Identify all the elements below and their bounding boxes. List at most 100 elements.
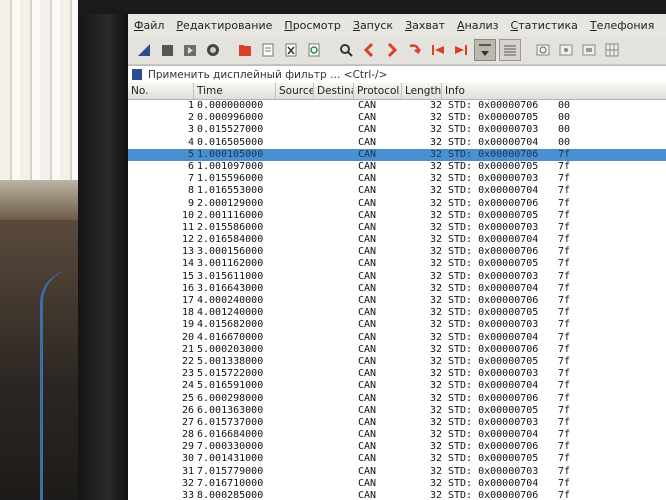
restart-icon[interactable] — [180, 40, 200, 60]
first-packet-icon[interactable] — [428, 40, 448, 60]
packet-row[interactable]: 13 3.000156000 CAN 32 STD: 0x00000706 7f — [128, 246, 666, 259]
stop-square-icon[interactable] — [157, 40, 177, 60]
autoscroll-icon[interactable] — [474, 39, 496, 61]
packet-time: 8.000285000 — [197, 490, 264, 500]
packet-protocol: CAN — [358, 404, 377, 416]
column-header-length[interactable]: Length — [402, 83, 442, 99]
reload-icon[interactable] — [304, 40, 324, 60]
menu-item[interactable]: Файл — [128, 19, 170, 32]
packet-number: 21 — [181, 343, 194, 355]
menu-item[interactable]: Телефония — [584, 19, 660, 32]
packet-time: 2.016584000 — [197, 234, 264, 246]
shark-fin-start-icon[interactable] — [134, 40, 154, 60]
packet-row[interactable]: 7 1.015596000 CAN 32 STD: 0x00000703 7f — [128, 173, 666, 186]
packet-number: 22 — [181, 355, 194, 367]
packet-row[interactable]: 33 8.000285000 CAN 32 STD: 0x00000706 7f — [128, 490, 666, 500]
packet-row[interactable]: 4 0.016505000 CAN 32 STD: 0x00000704 00 — [128, 136, 666, 149]
packet-row[interactable]: 3 0.015527000 CAN 32 STD: 0x00000703 00 — [128, 124, 666, 137]
forward-arrow-icon[interactable] — [382, 40, 402, 60]
packet-row[interactable]: 9 2.000129000 CAN 32 STD: 0x00000706 7f — [128, 197, 666, 210]
packet-row[interactable]: 16 3.016643000 CAN 32 STD: 0x00000704 7f — [128, 282, 666, 295]
display-filter-input[interactable]: Применить дисплейный фильтр … <Ctrl-/> — [128, 65, 666, 84]
search-icon[interactable] — [336, 40, 356, 60]
normal-size-icon[interactable] — [579, 40, 599, 60]
packet-row[interactable]: 15 3.015611000 CAN 32 STD: 0x00000703 7f — [128, 270, 666, 283]
close-file-icon[interactable] — [281, 40, 301, 60]
open-folder-icon[interactable] — [235, 40, 255, 60]
bookmark-icon[interactable] — [132, 69, 142, 80]
packet-number: 5 — [187, 148, 194, 160]
packet-length: 32 — [429, 209, 442, 221]
packet-row[interactable]: 30 7.001431000 CAN 32 STD: 0x00000705 7f — [128, 453, 666, 466]
column-header-info[interactable]: Info — [442, 83, 666, 99]
packet-data: 7f — [558, 173, 571, 185]
packet-row[interactable]: 1 0.000000000 CAN 32 STD: 0x00000706 00 — [128, 100, 666, 113]
menu-item[interactable]: Редактирование — [170, 19, 278, 32]
packet-row[interactable]: 20 4.016670000 CAN 32 STD: 0x00000704 7f — [128, 331, 666, 344]
packet-data: 7f — [558, 392, 571, 404]
packet-row[interactable]: 29 7.000330000 CAN 32 STD: 0x00000706 7f — [128, 441, 666, 454]
windowsill — [0, 180, 80, 220]
packet-length: 32 — [429, 441, 442, 453]
jump-icon[interactable] — [405, 40, 425, 60]
column-header-protocol[interactable]: Protocol — [354, 83, 402, 99]
packet-row[interactable]: 14 3.001162000 CAN 32 STD: 0x00000705 7f — [128, 258, 666, 271]
column-header-source[interactable]: Source — [276, 83, 314, 99]
packet-row[interactable]: 22 5.001338000 CAN 32 STD: 0x00000705 7f — [128, 355, 666, 369]
packet-row[interactable]: 24 5.016591000 CAN 32 STD: 0x00000704 7f — [128, 380, 666, 393]
zoom-in-icon[interactable] — [533, 40, 553, 60]
packet-info: STD: 0x00000706 — [448, 490, 539, 500]
packet-time: 7.000330000 — [197, 441, 264, 453]
packet-row[interactable]: 2 0.000996000 CAN 32 STD: 0x00000705 00 — [128, 112, 666, 125]
resize-columns-icon[interactable] — [602, 40, 622, 60]
packet-row[interactable]: 12 2.016584000 CAN 32 STD: 0x00000704 7f — [128, 234, 666, 247]
packet-protocol: CAN — [358, 160, 377, 172]
packet-info: STD: 0x00000703 — [448, 221, 539, 233]
column-header-destination[interactable]: Destina — [314, 83, 354, 99]
zoom-out-icon[interactable] — [556, 40, 576, 60]
packet-row[interactable]: 32 7.016710000 CAN 32 STD: 0x00000704 7f — [128, 477, 666, 490]
packet-row[interactable]: 21 5.000203000 CAN 32 STD: 0x00000706 7f — [128, 343, 666, 356]
packet-row[interactable]: 8 1.016553000 CAN 32 STD: 0x00000704 7f — [128, 185, 666, 198]
packet-row[interactable]: 26 6.001363000 CAN 32 STD: 0x00000705 7f — [128, 404, 666, 417]
packet-row[interactable]: 27 6.015737000 CAN 32 STD: 0x00000703 7f — [128, 416, 666, 430]
packet-number: 11 — [181, 221, 194, 233]
packet-protocol: CAN — [358, 477, 377, 489]
column-header-time[interactable]: Time — [194, 83, 276, 99]
packet-row[interactable]: 6 1.001097000 CAN 32 STD: 0x00000705 7f — [128, 160, 666, 174]
packet-row[interactable]: 18 4.001240000 CAN 32 STD: 0x00000705 7f — [128, 307, 666, 320]
packet-length: 32 — [429, 160, 442, 172]
packet-data: 7f — [558, 270, 571, 282]
packet-row[interactable]: 11 2.015586000 CAN 32 STD: 0x00000703 7f — [128, 221, 666, 235]
packet-row[interactable]: 23 5.015722000 CAN 32 STD: 0x00000703 7f — [128, 368, 666, 381]
packet-time: 4.016670000 — [197, 331, 264, 343]
back-arrow-icon[interactable] — [359, 40, 379, 60]
packet-protocol: CAN — [358, 307, 377, 319]
packet-number: 7 — [187, 173, 194, 185]
menu-item[interactable]: Запуск — [347, 19, 399, 32]
packet-row[interactable]: 17 4.000240000 CAN 32 STD: 0x00000706 7f — [128, 295, 666, 308]
packet-row[interactable]: 31 7.015779000 CAN 32 STD: 0x00000703 7f — [128, 465, 666, 478]
colorize-icon[interactable] — [499, 39, 521, 61]
options-gear-icon[interactable] — [203, 40, 223, 60]
packet-row[interactable]: 25 6.000298000 CAN 32 STD: 0x00000706 7f — [128, 392, 666, 405]
packet-row[interactable]: 5 1.000105000 CAN 32 STD: 0x00000706 7f — [128, 148, 666, 161]
column-header-no[interactable]: No. — [128, 83, 194, 99]
menu-item[interactable]: Анализ — [451, 19, 505, 32]
packet-row[interactable]: 10 2.001116000 CAN 32 STD: 0x00000705 7f — [128, 209, 666, 222]
menu-item[interactable]: Статистика — [505, 19, 584, 32]
packet-protocol: CAN — [358, 148, 377, 160]
packet-row[interactable]: 19 4.015682000 CAN 32 STD: 0x00000703 7f — [128, 319, 666, 332]
last-packet-icon[interactable] — [451, 40, 471, 60]
packet-info: STD: 0x00000704 — [448, 380, 539, 392]
packet-list-header: No. Time Source Destina Protocol Length … — [128, 83, 666, 100]
packet-time: 5.016591000 — [197, 380, 264, 392]
packet-number: 9 — [187, 197, 194, 209]
filter-placeholder: Применить дисплейный фильтр … <Ctrl-/> — [148, 68, 388, 81]
menu-item[interactable]: Захват — [399, 19, 451, 32]
menu-item[interactable]: Беспроводной — [660, 19, 666, 32]
menu-item[interactable]: Просмотр — [278, 19, 346, 32]
packet-data: 7f — [558, 368, 571, 380]
save-file-icon[interactable] — [258, 40, 278, 60]
packet-row[interactable]: 28 6.016684000 CAN 32 STD: 0x00000704 7f — [128, 429, 666, 442]
